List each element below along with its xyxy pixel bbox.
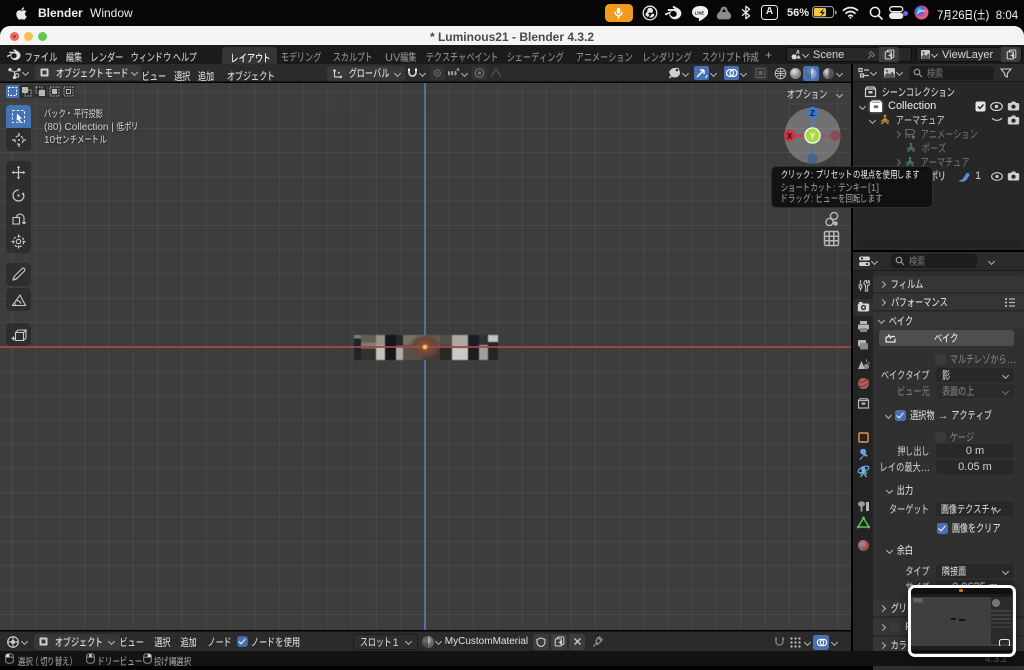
svg-text:X: X (787, 132, 793, 141)
svg-text:Y: Y (810, 131, 816, 141)
svg-text:Z: Z (810, 109, 815, 118)
svg-text:LINE: LINE (695, 11, 705, 16)
